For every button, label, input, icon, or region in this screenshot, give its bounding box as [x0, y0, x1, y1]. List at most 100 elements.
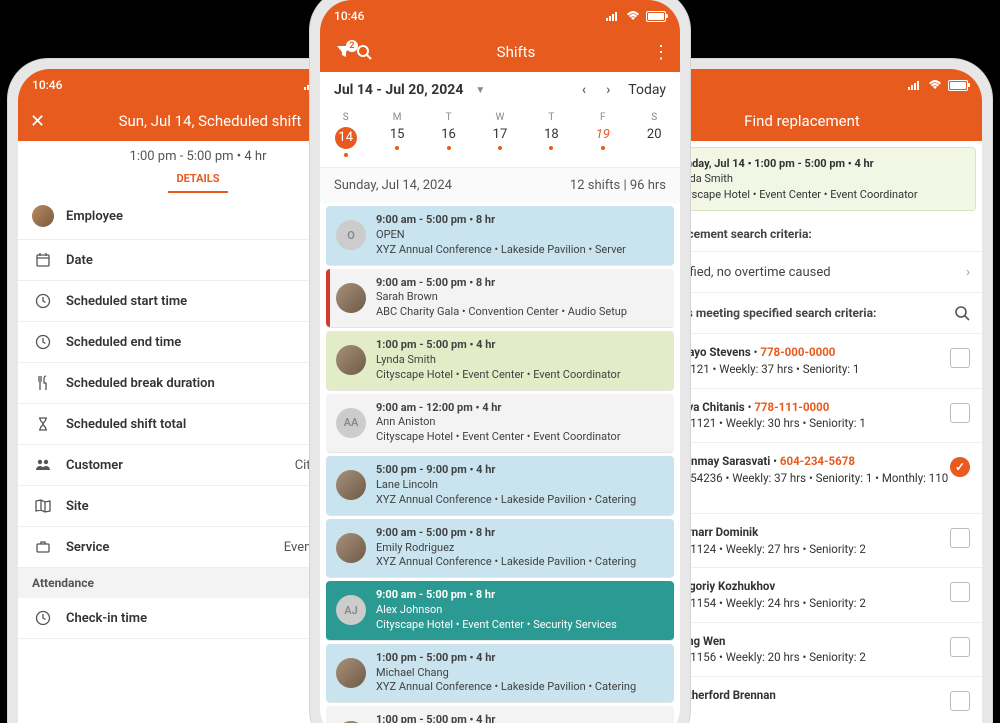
shift-card[interactable]: 9:00 am - 5:00 pm • 8 hrEmily RodriguezX… — [326, 519, 674, 579]
avatar — [336, 345, 366, 375]
tab-details[interactable]: DETAILS — [168, 172, 228, 193]
shift-time: 9:00 am - 5:00 pm • 8 hr — [376, 588, 617, 603]
menu-icon[interactable]: ⋮ — [648, 42, 668, 63]
checkbox[interactable] — [950, 582, 970, 602]
shift-meta: XYZ Annual Conference • Lakeside Pavilio… — [376, 493, 636, 508]
weekday-cell[interactable]: T18 — [526, 108, 577, 167]
shift-name: Lynda Smith — [376, 353, 621, 368]
shift-name: Sarah Brown — [376, 290, 627, 305]
status-stripe — [326, 269, 330, 328]
shift-meta: ABC Charity Gala • Convention Center • A… — [376, 305, 627, 320]
checkbox[interactable] — [950, 528, 970, 548]
detail-label: Employee — [66, 209, 316, 224]
search-icon[interactable] — [356, 44, 384, 60]
avatar — [336, 533, 366, 563]
prev-week-icon[interactable]: ‹ — [572, 82, 596, 98]
weekday-cell[interactable]: S14 — [320, 108, 371, 167]
card-name: Lynda Smith — [673, 171, 918, 186]
signal-icon — [606, 11, 620, 21]
employee-details: ID: 1156 • Weekly: 20 hrs • Seniority: 2 — [674, 649, 950, 666]
calendar-icon — [32, 252, 54, 268]
hourglass-icon — [32, 416, 54, 432]
shift-meta: XYZ Annual Conference • Lakeside Pavilio… — [376, 680, 636, 695]
shift-card[interactable]: 1:00 pm - 5:00 pm • 4 hrLynda SmithCitys… — [326, 331, 674, 391]
day-stats: 12 shifts | 96 hrs — [570, 178, 666, 193]
shift-card[interactable]: 5:00 pm - 9:00 pm • 4 hrLane LincolnXYZ … — [326, 456, 674, 516]
shift-name: Emily Rodriguez — [376, 541, 636, 556]
avatar: AJ — [336, 595, 366, 625]
detail-label: Customer — [66, 458, 295, 473]
shift-meta: Cityscape Hotel • Event Center • Securit… — [376, 618, 617, 633]
detail-label: Service — [66, 540, 284, 555]
title-bar: 2 Shifts ⋮ — [320, 32, 680, 72]
shift-card[interactable]: O 9:00 am - 5:00 pm • 8 hrOPENXYZ Annual … — [326, 206, 674, 266]
employee-details: ID: 121 • Weekly: 37 hrs • Seniority: 1 — [674, 361, 950, 378]
checkbox[interactable] — [950, 637, 970, 657]
wifi-icon — [928, 80, 942, 90]
detail-label: Date — [66, 253, 317, 268]
shift-time: 9:00 am - 5:00 pm • 8 hr — [376, 526, 636, 541]
avatar — [336, 283, 366, 313]
chevron-right-icon: › — [966, 265, 970, 280]
filter-count-badge: 2 — [346, 40, 358, 52]
weekday-cell[interactable]: S20 — [629, 108, 680, 167]
shift-meta: Cityscape Hotel • Event Center • Event C… — [376, 368, 621, 383]
shift-meta: Cityscape Hotel • Event Center • Event C… — [376, 430, 621, 445]
checkbox[interactable] — [950, 691, 970, 711]
date-range-selector: Jul 14 - Jul 20, 2024 ▼ ‹ › Today — [320, 72, 680, 108]
date-range-label[interactable]: Jul 14 - Jul 20, 2024 — [334, 82, 463, 98]
criteria-value: Qualified, no overtime caused — [660, 265, 966, 280]
detail-label: Site — [66, 499, 314, 514]
filter-icon[interactable]: 2 — [332, 44, 356, 60]
shift-meta: XYZ Annual Conference • Lakeside Pavilio… — [376, 243, 626, 258]
weekday-cell[interactable]: F19 — [577, 108, 628, 167]
shift-time: 1:00 pm - 5:00 pm • 4 hr — [376, 713, 627, 723]
employee-details: ID: 1154 • Weekly: 24 hrs • Seniority: 2 — [674, 595, 950, 612]
avatar — [336, 658, 366, 688]
search-icon[interactable] — [954, 305, 970, 321]
clock-icon — [32, 610, 54, 626]
shift-time: 9:00 am - 12:00 pm • 4 hr — [376, 401, 621, 416]
status-bar: 10:46 — [320, 0, 680, 32]
wifi-icon — [626, 11, 640, 21]
battery-icon — [646, 11, 666, 22]
shift-time: 9:00 am - 5:00 pm • 8 hr — [376, 276, 627, 291]
close-icon[interactable]: ✕ — [30, 111, 54, 132]
weekday-cell[interactable]: W17 — [474, 108, 525, 167]
employee-phone: 778-000-0000 — [760, 345, 835, 359]
status-time: 10:46 — [334, 9, 364, 23]
dropdown-icon[interactable]: ▼ — [475, 85, 485, 96]
shift-name: Ann Aniston — [376, 415, 621, 430]
weekday-cell[interactable]: T16 — [423, 108, 474, 167]
checkbox[interactable] — [950, 403, 970, 423]
next-week-icon[interactable]: › — [596, 82, 620, 98]
shift-name: OPEN — [376, 228, 626, 243]
shift-time: 1:00 pm - 5:00 pm • 4 hr — [376, 338, 621, 353]
detail-label: Scheduled end time — [66, 335, 339, 350]
clock-icon — [32, 334, 54, 350]
shift-name: Michael Chang — [376, 666, 636, 681]
checkbox[interactable] — [950, 348, 970, 368]
briefcase-icon — [32, 539, 54, 555]
shift-card[interactable]: AA9:00 am - 12:00 pm • 4 hrAnn AnistonCi… — [326, 394, 674, 454]
shift-name: Lane Lincoln — [376, 478, 636, 493]
detail-label: Scheduled start time — [66, 294, 339, 309]
weekday-strip: S14M15T16W17T18F19S20 — [320, 108, 680, 168]
shift-meta: XYZ Annual Conference • Lakeside Pavilio… — [376, 555, 636, 570]
people-icon — [32, 457, 54, 473]
day-label: Sunday, Jul 14, 2024 — [334, 178, 452, 193]
shift-card[interactable]: 9:00 am - 5:00 pm • 8 hrSarah BrownABC C… — [326, 269, 674, 329]
avatar: O — [336, 220, 366, 250]
shift-time: 9:00 am - 5:00 pm • 8 hr — [376, 213, 626, 228]
shift-card[interactable]: 1:00 pm - 5:00 pm • 4 hrAmanda LeeABC Ch… — [326, 706, 674, 723]
checkbox-checked-icon[interactable] — [950, 457, 970, 477]
avatar — [336, 470, 366, 500]
shift-card[interactable]: 1:00 pm - 5:00 pm • 4 hrMichael ChangXYZ… — [326, 644, 674, 704]
weekday-cell[interactable]: M15 — [371, 108, 422, 167]
employee-details: ID: 54236 • Weekly: 37 hrs • Seniority: … — [674, 470, 950, 503]
employee-details: ID: 1124 • Weekly: 27 hrs • Seniority: 2 — [674, 541, 950, 558]
employee-phone: 778-111-0000 — [754, 400, 829, 414]
shift-card[interactable]: AJ9:00 am - 5:00 pm • 8 hrAlex JohnsonCi… — [326, 581, 674, 641]
today-button[interactable]: Today — [620, 82, 666, 98]
clock-icon — [32, 293, 54, 309]
